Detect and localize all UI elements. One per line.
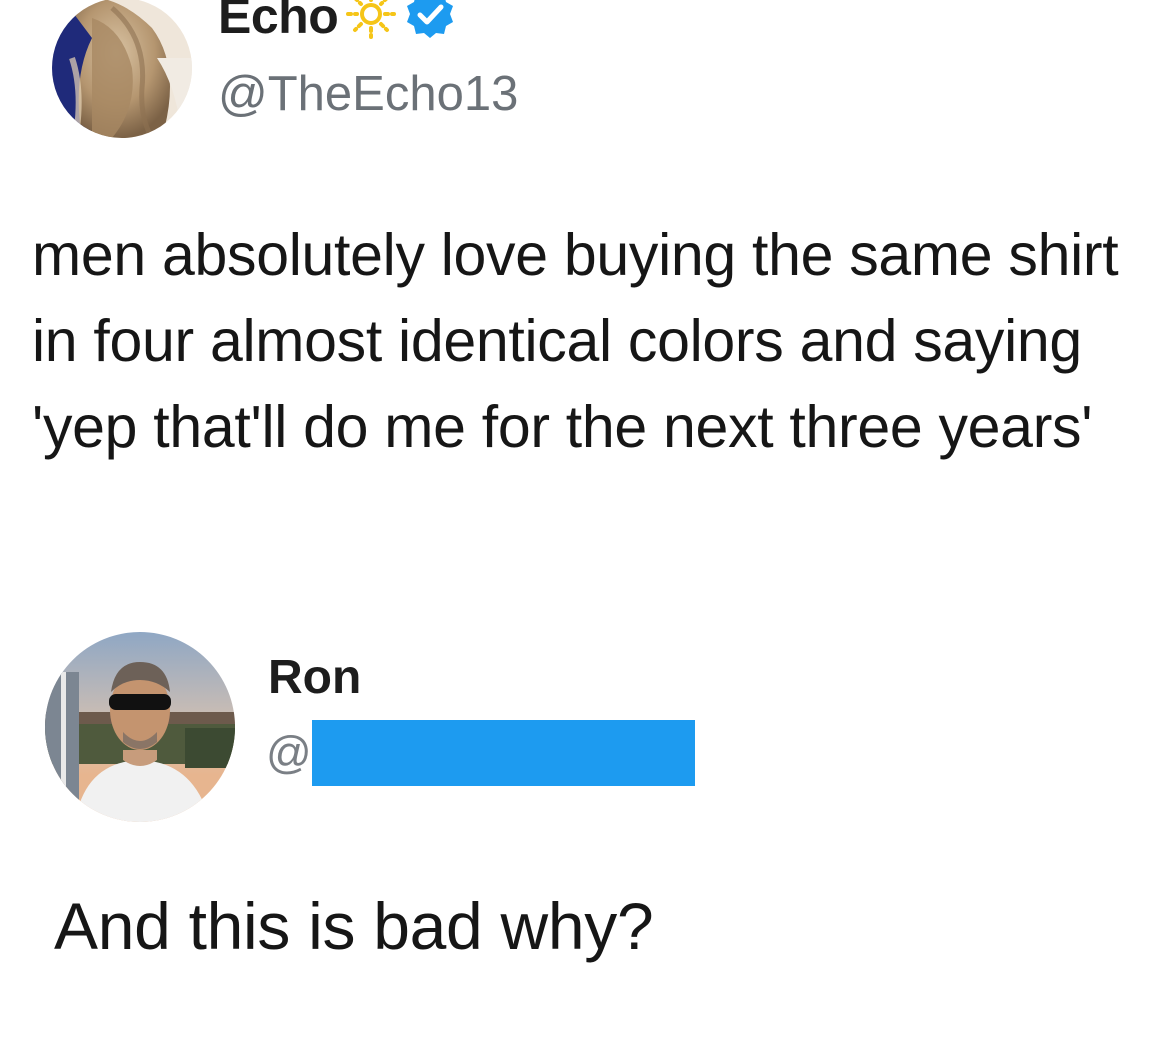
original-tweet-header: Echo @TheEcho13 [52,0,752,140]
ron-handle-prefix: @ [266,727,312,778]
original-tweet-text: men absolutely love buying the same shir… [32,222,1119,460]
ron-avatar[interactable] [45,632,235,822]
echo-name-row: Echo [218,0,456,46]
echo-display-name[interactable]: Echo [218,0,339,45]
echo-avatar[interactable] [52,0,192,138]
verified-badge-icon [404,0,456,45]
handle-redaction-block [311,720,695,786]
ron-handle[interactable]: @ [266,720,695,786]
ron-display-name[interactable]: Ron [268,650,361,705]
reply-text: And this is bad why? [54,889,654,963]
echo-avatar-image [52,0,192,138]
sun-icon [346,0,397,44]
echo-handle[interactable]: @TheEcho13 [218,66,518,122]
ron-avatar-image [45,632,235,822]
